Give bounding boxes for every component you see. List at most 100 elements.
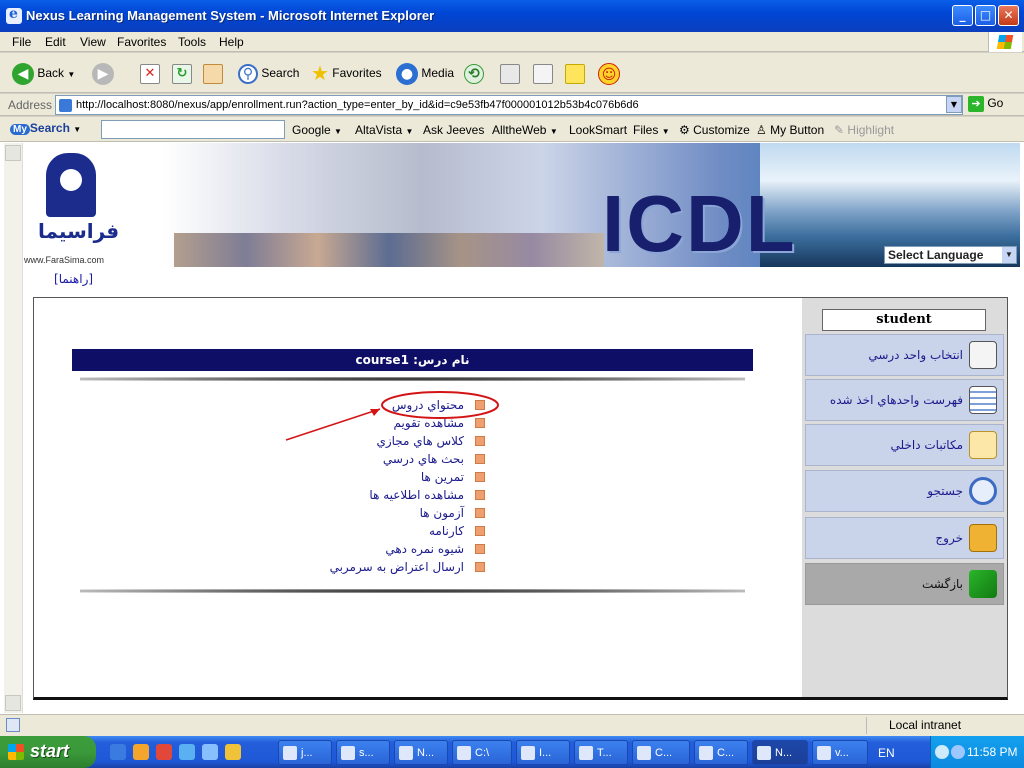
scroll-up-button[interactable] bbox=[5, 145, 21, 161]
course-menu-exercises[interactable]: تمرين ها bbox=[421, 470, 464, 484]
maximize-button[interactable]: □ bbox=[975, 5, 996, 26]
back-button[interactable]: ◀ Back ▼ bbox=[12, 63, 75, 85]
favorites-button[interactable]: ★ Favorites bbox=[311, 63, 382, 85]
task-item[interactable]: C... bbox=[694, 740, 748, 765]
page-icon bbox=[6, 718, 20, 732]
app-quicklaunch-icon[interactable] bbox=[202, 744, 218, 760]
forward-button[interactable]: ▶ bbox=[92, 63, 114, 85]
messenger-quicklaunch-icon[interactable] bbox=[156, 744, 172, 760]
highlight-button[interactable]: ✎ Highlight bbox=[834, 123, 894, 137]
start-button[interactable]: start bbox=[0, 736, 96, 768]
search-alltheweb[interactable]: AlltheWeb ▼ bbox=[492, 123, 558, 137]
menu-view[interactable]: View bbox=[80, 35, 106, 49]
minimize-button[interactable]: _ bbox=[952, 5, 973, 26]
course-menu-appeal[interactable]: ارسال اعتراض به سرمربي bbox=[330, 560, 464, 574]
sidebar-item-course-selection[interactable]: انتخاب واحد درسي bbox=[805, 334, 1004, 376]
calendar-icon bbox=[969, 386, 997, 414]
desktop-icon[interactable] bbox=[179, 744, 195, 760]
go-button[interactable]: ➔ Go bbox=[968, 96, 1020, 114]
divider bbox=[80, 589, 745, 593]
home-button[interactable] bbox=[203, 63, 223, 85]
messenger-button[interactable]: ☺ bbox=[598, 63, 620, 85]
person-icon: ♙ bbox=[756, 123, 767, 137]
task-item[interactable]: I... bbox=[516, 740, 570, 765]
search-label: Search bbox=[261, 66, 300, 80]
sidebar-item-enrolled-list[interactable]: فهرست واحدهاي اخذ شده bbox=[805, 379, 1004, 421]
standard-toolbar: ◀ Back ▼ ▶ ✕ ↻ ⚲ Search ★ Favorites ● Me… bbox=[0, 53, 1024, 93]
speaker-icon[interactable] bbox=[951, 745, 965, 759]
scroll-down-button[interactable] bbox=[5, 695, 21, 711]
sidebar-item-search[interactable]: جستجو bbox=[805, 470, 1004, 512]
task-item[interactable]: v... bbox=[812, 740, 868, 765]
customize-button[interactable]: ⚙ Customize bbox=[679, 123, 750, 137]
task-item-active[interactable]: N... bbox=[752, 740, 808, 765]
security-zone: Local intranet bbox=[866, 717, 961, 734]
mysearch-input[interactable] bbox=[101, 120, 285, 139]
folder-quicklaunch-icon[interactable] bbox=[225, 744, 241, 760]
menu-file[interactable]: File bbox=[12, 35, 31, 49]
search-askjeeves[interactable]: Ask Jeeves bbox=[423, 123, 484, 137]
course-menu-grading[interactable]: شيوه نمره دهي bbox=[385, 542, 464, 556]
history-button[interactable]: ⟲ bbox=[464, 63, 484, 85]
print-button[interactable] bbox=[500, 63, 520, 85]
close-button[interactable]: ✕ bbox=[998, 5, 1019, 26]
my-button[interactable]: ♙ My Button bbox=[756, 123, 824, 137]
note-icon bbox=[565, 63, 585, 84]
search-files[interactable]: Files ▼ bbox=[633, 123, 670, 137]
notes-button[interactable] bbox=[565, 63, 585, 85]
search-looksmart[interactable]: LookSmart bbox=[569, 123, 627, 137]
media-button[interactable]: ● Media bbox=[396, 63, 454, 85]
menu-edit[interactable]: Edit bbox=[45, 35, 66, 49]
sidebar-item-back[interactable]: بازگشت bbox=[805, 563, 1004, 605]
mysearch-toolbar: My Search ▼ Google ▼ AltaVista ▼ Ask Jeev… bbox=[0, 117, 1024, 142]
edit-button[interactable] bbox=[533, 63, 553, 85]
address-dropdown-icon[interactable]: ▼ bbox=[946, 96, 962, 113]
sidebar-item-label: جستجو bbox=[927, 484, 963, 498]
sidebar-item-internal-mail[interactable]: مكاتبات داخلي bbox=[805, 424, 1004, 466]
mysearch-logo-label: Search bbox=[29, 121, 70, 135]
search-button[interactable]: ⚲ Search bbox=[238, 63, 299, 85]
system-tray: 11:58 PM bbox=[930, 736, 1024, 768]
task-item[interactable]: T... bbox=[574, 740, 628, 765]
farasima-logo: فراسیما bbox=[32, 151, 122, 259]
stop-button[interactable]: ✕ bbox=[140, 63, 160, 85]
menu-bar: File Edit View Favorites Tools Help bbox=[0, 32, 1024, 52]
course-menu-discussions[interactable]: بحث هاي درسي bbox=[383, 452, 464, 466]
sidebar-item-logout[interactable]: خروج bbox=[805, 517, 1004, 559]
address-label: Address bbox=[8, 98, 53, 112]
language-select[interactable]: Select Language ▼ bbox=[884, 246, 1017, 264]
task-item[interactable]: s... bbox=[336, 740, 390, 765]
language-select-value: Select Language bbox=[888, 248, 984, 262]
search-altavista[interactable]: AltaVista ▼ bbox=[355, 123, 413, 137]
ie-quicklaunch-icon[interactable] bbox=[110, 744, 126, 760]
tray-chevron-icon[interactable] bbox=[935, 745, 949, 759]
course-menu-exams[interactable]: آزمون ها bbox=[420, 506, 464, 520]
windows-logo-icon bbox=[988, 32, 1022, 52]
refresh-button[interactable]: ↻ bbox=[172, 63, 192, 85]
title-bar: Nexus Learning Management System - Micro… bbox=[0, 0, 1024, 32]
magnifier-icon bbox=[969, 477, 997, 505]
task-item[interactable]: j... bbox=[278, 740, 332, 765]
task-item[interactable]: C:\ bbox=[452, 740, 512, 765]
media-player-icon[interactable] bbox=[133, 744, 149, 760]
menu-tools[interactable]: Tools bbox=[178, 35, 206, 49]
course-menu-report-card[interactable]: كارنامه bbox=[429, 524, 464, 538]
back-arrow-icon bbox=[969, 570, 997, 598]
course-menu-announcements[interactable]: مشاهده اطلاعيه ها bbox=[369, 488, 464, 502]
address-input[interactable]: http://localhost:8080/nexus/app/enrollme… bbox=[55, 95, 963, 115]
task-item[interactable]: C... bbox=[632, 740, 690, 765]
search-google[interactable]: Google ▼ bbox=[292, 123, 342, 137]
menu-favorites[interactable]: Favorites bbox=[117, 35, 166, 49]
printer-icon bbox=[500, 63, 520, 84]
mail-icon bbox=[969, 431, 997, 459]
search-icon: ⚲ bbox=[238, 63, 258, 84]
ie-icon bbox=[6, 6, 22, 24]
task-item[interactable]: N... bbox=[394, 740, 448, 765]
red-annotation bbox=[285, 391, 499, 441]
vertical-scrollbar[interactable] bbox=[4, 143, 23, 713]
user-name-box: student bbox=[822, 309, 986, 331]
language-indicator[interactable]: EN bbox=[878, 746, 895, 760]
mysearch-logo[interactable]: My Search ▼ bbox=[10, 121, 81, 135]
help-link[interactable]: [راهنما] bbox=[54, 272, 93, 286]
menu-help[interactable]: Help bbox=[219, 35, 244, 49]
